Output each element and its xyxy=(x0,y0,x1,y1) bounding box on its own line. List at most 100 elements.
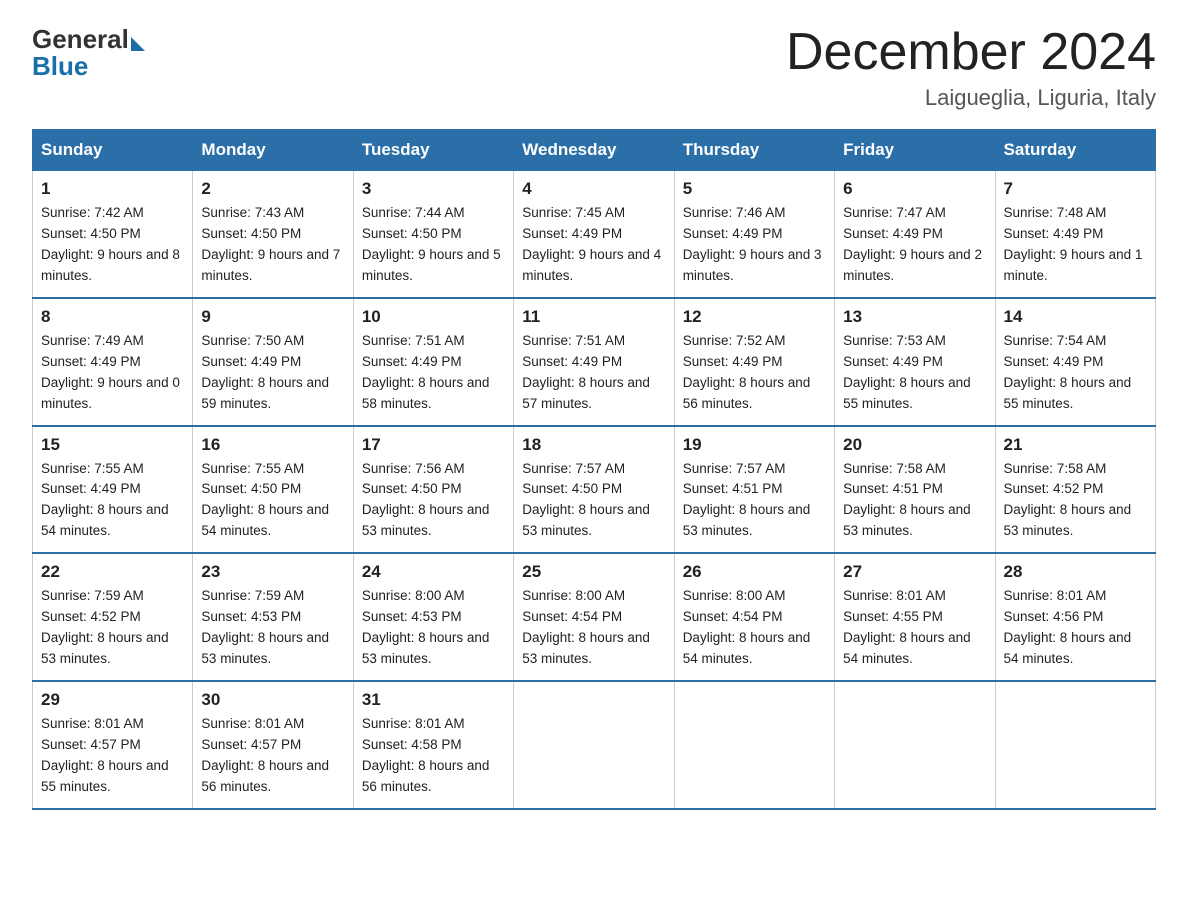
day-info: Sunrise: 8:01 AMSunset: 4:57 PMDaylight:… xyxy=(201,716,329,794)
day-number: 17 xyxy=(362,435,505,455)
day-cell: 25 Sunrise: 8:00 AMSunset: 4:54 PMDayligh… xyxy=(514,553,674,681)
day-cell: 22Sunrise: 7:59 AMSunset: 4:52 PMDayligh… xyxy=(33,553,193,681)
day-cell: 24Sunrise: 8:00 AMSunset: 4:53 PMDayligh… xyxy=(353,553,513,681)
day-info: Sunrise: 8:01 AMSunset: 4:58 PMDaylight:… xyxy=(362,716,490,794)
day-number: 1 xyxy=(41,179,184,199)
day-number: 14 xyxy=(1004,307,1147,327)
day-info: Sunrise: 7:46 AMSunset: 4:49 PMDaylight:… xyxy=(683,205,822,283)
day-info: Sunrise: 8:00 AMSunset: 4:54 PMDaylight:… xyxy=(522,588,650,666)
day-info: Sunrise: 7:45 AMSunset: 4:49 PMDaylight:… xyxy=(522,205,661,283)
day-cell: 12 Sunrise: 7:52 AMSunset: 4:49 PMDayligh… xyxy=(674,298,834,426)
day-number: 22 xyxy=(41,562,184,582)
day-info: Sunrise: 7:57 AMSunset: 4:51 PMDaylight:… xyxy=(683,461,811,539)
week-row-2: 8 Sunrise: 7:49 AMSunset: 4:49 PMDaylight… xyxy=(33,298,1156,426)
title-area: December 2024 Laigueglia, Liguria, Italy xyxy=(786,24,1156,111)
day-cell: 18 Sunrise: 7:57 AMSunset: 4:50 PMDayligh… xyxy=(514,426,674,554)
day-cell: 16 Sunrise: 7:55 AMSunset: 4:50 PMDayligh… xyxy=(193,426,353,554)
day-cell: 4 Sunrise: 7:45 AMSunset: 4:49 PMDaylight… xyxy=(514,171,674,298)
day-info: Sunrise: 7:59 AMSunset: 4:53 PMDaylight:… xyxy=(201,588,329,666)
day-cell: 1 Sunrise: 7:42 AMSunset: 4:50 PMDaylight… xyxy=(33,171,193,298)
day-number: 15 xyxy=(41,435,184,455)
day-cell: 3Sunrise: 7:44 AMSunset: 4:50 PMDaylight… xyxy=(353,171,513,298)
day-info: Sunrise: 8:01 AMSunset: 4:56 PMDaylight:… xyxy=(1004,588,1132,666)
header-thursday: Thursday xyxy=(674,130,834,171)
day-cell: 7Sunrise: 7:48 AMSunset: 4:49 PMDaylight… xyxy=(995,171,1155,298)
header-friday: Friday xyxy=(835,130,995,171)
day-number: 31 xyxy=(362,690,505,710)
day-info: Sunrise: 7:50 AMSunset: 4:49 PMDaylight:… xyxy=(201,333,329,411)
day-number: 19 xyxy=(683,435,826,455)
day-info: Sunrise: 7:57 AMSunset: 4:50 PMDaylight:… xyxy=(522,461,650,539)
day-cell: 30 Sunrise: 8:01 AMSunset: 4:57 PMDayligh… xyxy=(193,681,353,809)
day-cell xyxy=(674,681,834,809)
day-number: 24 xyxy=(362,562,505,582)
day-info: Sunrise: 7:52 AMSunset: 4:49 PMDaylight:… xyxy=(683,333,811,411)
logo-blue-text: Blue xyxy=(32,51,88,82)
day-number: 25 xyxy=(522,562,665,582)
day-info: Sunrise: 7:58 AMSunset: 4:52 PMDaylight:… xyxy=(1004,461,1132,539)
day-cell xyxy=(514,681,674,809)
day-cell: 15 Sunrise: 7:55 AMSunset: 4:49 PMDayligh… xyxy=(33,426,193,554)
day-info: Sunrise: 7:58 AMSunset: 4:51 PMDaylight:… xyxy=(843,461,971,539)
location-text: Laigueglia, Liguria, Italy xyxy=(786,85,1156,111)
day-number: 26 xyxy=(683,562,826,582)
day-info: Sunrise: 7:53 AMSunset: 4:49 PMDaylight:… xyxy=(843,333,971,411)
day-cell: 21Sunrise: 7:58 AMSunset: 4:52 PMDayligh… xyxy=(995,426,1155,554)
day-cell: 5 Sunrise: 7:46 AMSunset: 4:49 PMDaylight… xyxy=(674,171,834,298)
day-info: Sunrise: 7:55 AMSunset: 4:49 PMDaylight:… xyxy=(41,461,169,539)
day-cell: 20 Sunrise: 7:58 AMSunset: 4:51 PMDayligh… xyxy=(835,426,995,554)
day-cell: 31 Sunrise: 8:01 AMSunset: 4:58 PMDayligh… xyxy=(353,681,513,809)
day-info: Sunrise: 7:54 AMSunset: 4:49 PMDaylight:… xyxy=(1004,333,1132,411)
day-number: 27 xyxy=(843,562,986,582)
day-info: Sunrise: 7:49 AMSunset: 4:49 PMDaylight:… xyxy=(41,333,180,411)
day-number: 12 xyxy=(683,307,826,327)
day-number: 23 xyxy=(201,562,344,582)
day-cell: 10 Sunrise: 7:51 AMSunset: 4:49 PMDayligh… xyxy=(353,298,513,426)
week-row-4: 22Sunrise: 7:59 AMSunset: 4:52 PMDayligh… xyxy=(33,553,1156,681)
header-row: SundayMondayTuesdayWednesdayThursdayFrid… xyxy=(33,130,1156,171)
day-info: Sunrise: 7:55 AMSunset: 4:50 PMDaylight:… xyxy=(201,461,329,539)
page-header: General Blue December 2024 Laigueglia, L… xyxy=(32,24,1156,111)
day-number: 4 xyxy=(522,179,665,199)
header-sunday: Sunday xyxy=(33,130,193,171)
day-info: Sunrise: 7:47 AMSunset: 4:49 PMDaylight:… xyxy=(843,205,982,283)
day-number: 30 xyxy=(201,690,344,710)
day-number: 9 xyxy=(201,307,344,327)
day-number: 10 xyxy=(362,307,505,327)
day-cell xyxy=(835,681,995,809)
day-info: Sunrise: 7:43 AMSunset: 4:50 PMDaylight:… xyxy=(201,205,340,283)
day-number: 2 xyxy=(201,179,344,199)
day-cell: 23 Sunrise: 7:59 AMSunset: 4:53 PMDayligh… xyxy=(193,553,353,681)
day-info: Sunrise: 7:42 AMSunset: 4:50 PMDaylight:… xyxy=(41,205,180,283)
day-cell: 6Sunrise: 7:47 AMSunset: 4:49 PMDaylight… xyxy=(835,171,995,298)
month-title: December 2024 xyxy=(786,24,1156,81)
calendar-table: SundayMondayTuesdayWednesdayThursdayFrid… xyxy=(32,129,1156,809)
day-number: 16 xyxy=(201,435,344,455)
day-info: Sunrise: 7:56 AMSunset: 4:50 PMDaylight:… xyxy=(362,461,490,539)
day-cell: 11Sunrise: 7:51 AMSunset: 4:49 PMDayligh… xyxy=(514,298,674,426)
day-number: 5 xyxy=(683,179,826,199)
day-number: 3 xyxy=(362,179,505,199)
day-info: Sunrise: 7:51 AMSunset: 4:49 PMDaylight:… xyxy=(362,333,490,411)
day-cell: 9 Sunrise: 7:50 AMSunset: 4:49 PMDaylight… xyxy=(193,298,353,426)
logo-arrow-icon xyxy=(131,37,145,51)
day-cell: 17 Sunrise: 7:56 AMSunset: 4:50 PMDayligh… xyxy=(353,426,513,554)
day-number: 7 xyxy=(1004,179,1147,199)
day-number: 8 xyxy=(41,307,184,327)
header-saturday: Saturday xyxy=(995,130,1155,171)
header-tuesday: Tuesday xyxy=(353,130,513,171)
day-number: 20 xyxy=(843,435,986,455)
day-number: 13 xyxy=(843,307,986,327)
week-row-3: 15 Sunrise: 7:55 AMSunset: 4:49 PMDayligh… xyxy=(33,426,1156,554)
day-info: Sunrise: 8:01 AMSunset: 4:57 PMDaylight:… xyxy=(41,716,169,794)
day-cell: 2 Sunrise: 7:43 AMSunset: 4:50 PMDaylight… xyxy=(193,171,353,298)
day-cell: 26Sunrise: 8:00 AMSunset: 4:54 PMDayligh… xyxy=(674,553,834,681)
day-info: Sunrise: 8:01 AMSunset: 4:55 PMDaylight:… xyxy=(843,588,971,666)
day-cell: 13 Sunrise: 7:53 AMSunset: 4:49 PMDayligh… xyxy=(835,298,995,426)
day-number: 29 xyxy=(41,690,184,710)
day-cell: 8 Sunrise: 7:49 AMSunset: 4:49 PMDaylight… xyxy=(33,298,193,426)
day-cell: 28Sunrise: 8:01 AMSunset: 4:56 PMDayligh… xyxy=(995,553,1155,681)
day-cell: 19 Sunrise: 7:57 AMSunset: 4:51 PMDayligh… xyxy=(674,426,834,554)
day-number: 18 xyxy=(522,435,665,455)
header-wednesday: Wednesday xyxy=(514,130,674,171)
